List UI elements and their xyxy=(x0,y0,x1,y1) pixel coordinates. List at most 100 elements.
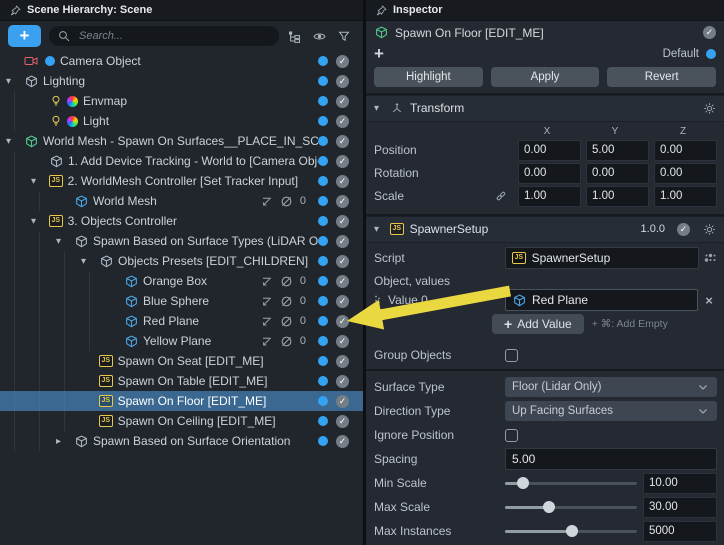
enabled-checkbox[interactable]: ✓ xyxy=(336,275,349,288)
tree-row[interactable]: ▾Lighting✓ xyxy=(0,71,363,91)
transform-override-icon[interactable] xyxy=(260,274,274,288)
number-input[interactable]: 1.00 xyxy=(654,186,717,207)
enabled-checkbox[interactable]: ✓ xyxy=(336,215,349,228)
number-input[interactable]: 0.00 xyxy=(586,163,649,184)
add-object-button[interactable]: + xyxy=(8,25,41,47)
visibility-dot[interactable] xyxy=(318,276,328,286)
visibility-dot[interactable] xyxy=(318,236,328,246)
number-input[interactable]: 0.00 xyxy=(654,163,717,184)
remove-value-icon[interactable]: × xyxy=(701,293,717,308)
collapse-tree-icon[interactable] xyxy=(287,29,301,43)
slider-handle[interactable] xyxy=(543,501,555,513)
tree-row[interactable]: ▾JS3. Objects Controller✓ xyxy=(0,211,363,231)
search-input[interactable] xyxy=(77,29,271,43)
visibility-dot[interactable] xyxy=(318,196,328,206)
slider-value-input[interactable]: 5000 xyxy=(643,521,717,542)
spawner-section-header[interactable]: ▾ JS SpawnerSetup 1.0.0 ✓ xyxy=(366,216,724,243)
tree-row[interactable]: Orange Box0✓ xyxy=(0,271,363,291)
tree-row[interactable]: ▾JS2. WorldMesh Controller [Set Tracker … xyxy=(0,171,363,191)
enabled-checkbox[interactable]: ✓ xyxy=(336,115,349,128)
chevron-down-icon[interactable]: ▾ xyxy=(6,136,22,147)
render-disabled-icon[interactable] xyxy=(280,314,294,328)
transform-override-icon[interactable] xyxy=(260,194,274,208)
transform-override-icon[interactable] xyxy=(260,334,274,348)
visibility-dot[interactable] xyxy=(318,296,328,306)
tree-row[interactable]: Yellow Plane0✓ xyxy=(0,331,363,351)
slider[interactable] xyxy=(505,482,637,485)
render-disabled-icon[interactable] xyxy=(280,194,294,208)
tree-row[interactable]: 1. Add Device Tracking - World to [Camer… xyxy=(0,151,363,171)
script-enabled-checkbox[interactable]: ✓ xyxy=(677,223,690,236)
visibility-dot[interactable] xyxy=(318,376,328,386)
number-input[interactable]: 1.00 xyxy=(586,186,649,207)
dropdown[interactable]: Up Facing Surfaces xyxy=(505,401,717,421)
add-value-button[interactable]: +Add Value xyxy=(492,314,584,334)
transform-section-header[interactable]: ▾ Transform xyxy=(366,95,724,122)
visibility-dot[interactable] xyxy=(318,336,328,346)
enabled-checkbox[interactable]: ✓ xyxy=(336,235,349,248)
enabled-checkbox[interactable]: ✓ xyxy=(336,395,349,408)
visibility-dot[interactable] xyxy=(318,136,328,146)
value0-field[interactable]: Red Plane xyxy=(505,289,698,311)
add-component-button[interactable]: + xyxy=(374,47,384,61)
slider-handle[interactable] xyxy=(517,477,529,489)
number-input[interactable]: 1.00 xyxy=(518,186,581,207)
visibility-dot[interactable] xyxy=(318,76,328,86)
number-input[interactable]: 5.00 xyxy=(586,140,649,161)
tree-row[interactable]: JSSpawn On Seat [EDIT_ME]✓ xyxy=(0,351,363,371)
render-disabled-icon[interactable] xyxy=(280,274,294,288)
checkbox[interactable] xyxy=(505,429,518,442)
apply-button[interactable]: Apply xyxy=(491,67,600,87)
drag-handle-icon[interactable] xyxy=(374,293,381,307)
default-state-dot[interactable] xyxy=(706,49,716,59)
tree-row[interactable]: World Mesh0✓ xyxy=(0,191,363,211)
script-field[interactable]: JS SpawnerSetup xyxy=(505,247,699,269)
enabled-checkbox[interactable]: ✓ xyxy=(336,95,349,108)
highlight-button[interactable]: Highlight xyxy=(374,67,483,87)
enabled-checkbox[interactable]: ✓ xyxy=(336,295,349,308)
visibility-dot[interactable] xyxy=(318,156,328,166)
enabled-checkbox[interactable]: ✓ xyxy=(336,175,349,188)
visibility-dot[interactable] xyxy=(318,396,328,406)
object-enabled-checkbox[interactable]: ✓ xyxy=(703,26,716,39)
enabled-checkbox[interactable]: ✓ xyxy=(336,195,349,208)
tree-row[interactable]: JSSpawn On Ceiling [EDIT_ME]✓ xyxy=(0,411,363,431)
script-options-icon[interactable] xyxy=(703,251,717,265)
tree-row[interactable]: Envmap✓ xyxy=(0,91,363,111)
enabled-checkbox[interactable]: ✓ xyxy=(336,135,349,148)
tree-row[interactable]: ▾Spawn Based on Surface Types (LiDAR Onl… xyxy=(0,231,363,251)
enabled-checkbox[interactable]: ✓ xyxy=(336,415,349,428)
tree-row[interactable]: Camera Object✓ xyxy=(0,51,363,71)
chevron-down-icon[interactable]: ▾ xyxy=(56,236,72,247)
enabled-checkbox[interactable]: ✓ xyxy=(336,75,349,88)
tree-row[interactable]: Light✓ xyxy=(0,111,363,131)
enabled-checkbox[interactable]: ✓ xyxy=(336,355,349,368)
visibility-dot[interactable] xyxy=(318,416,328,426)
tree-row[interactable]: Red Plane0✓ xyxy=(0,311,363,331)
visibility-dot[interactable] xyxy=(318,356,328,366)
chevron-down-icon[interactable]: ▾ xyxy=(31,176,47,187)
number-input[interactable]: 0.00 xyxy=(518,140,581,161)
slider[interactable] xyxy=(505,530,637,533)
render-disabled-icon[interactable] xyxy=(280,334,294,348)
visibility-dot[interactable] xyxy=(318,436,328,446)
visibility-dot[interactable] xyxy=(318,56,328,66)
tree-row[interactable]: ▾World Mesh - Spawn On Surfaces__PLACE_I… xyxy=(0,131,363,151)
visibility-dot[interactable] xyxy=(318,176,328,186)
text-input[interactable]: 5.00 xyxy=(505,448,717,470)
tree-row[interactable]: ▸Spawn Based on Surface Orientation✓ xyxy=(0,431,363,451)
visibility-dot[interactable] xyxy=(318,316,328,326)
search-box[interactable] xyxy=(49,26,279,46)
link-scale-icon[interactable] xyxy=(495,190,513,202)
enabled-checkbox[interactable]: ✓ xyxy=(336,315,349,328)
chevron-down-icon[interactable]: ▾ xyxy=(81,256,97,267)
chevron-down-icon[interactable]: ▾ xyxy=(6,76,22,87)
slider-value-input[interactable]: 10.00 xyxy=(643,473,717,494)
enabled-checkbox[interactable]: ✓ xyxy=(336,255,349,268)
enabled-checkbox[interactable]: ✓ xyxy=(336,375,349,388)
visibility-dot[interactable] xyxy=(318,216,328,226)
tree-row[interactable]: JSSpawn On Table [EDIT_ME]✓ xyxy=(0,371,363,391)
enabled-checkbox[interactable]: ✓ xyxy=(336,155,349,168)
chevron-down-icon[interactable]: ▾ xyxy=(31,216,47,227)
gear-icon[interactable] xyxy=(702,101,716,115)
